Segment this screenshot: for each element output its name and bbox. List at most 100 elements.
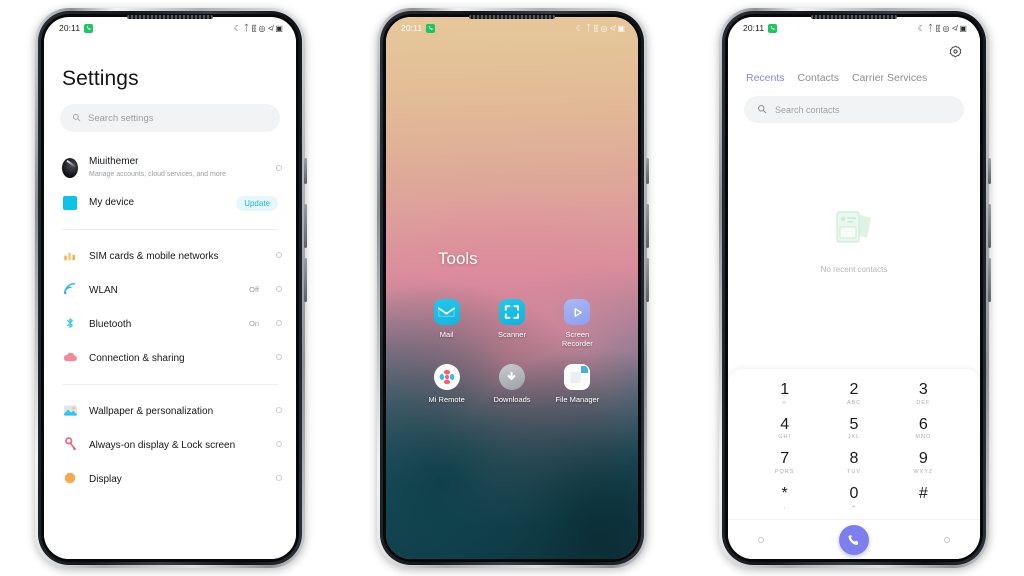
dialpad-key-star[interactable]: *, bbox=[750, 483, 819, 513]
dialpad-sublabel: JKL bbox=[847, 434, 861, 441]
side-button[interactable] bbox=[304, 158, 307, 184]
settings-row-label: WLAN bbox=[89, 285, 118, 297]
nav-dot-right[interactable] bbox=[944, 536, 950, 543]
status-bar-right: ☾ ᛏ ⁅⁅ ◎ ≮ ▣ bbox=[918, 23, 967, 33]
app-item-mi-remote[interactable]: Mi Remote bbox=[414, 363, 479, 404]
settings-row-label: Wallpaper & personalization bbox=[89, 406, 214, 418]
lock-key-icon bbox=[62, 436, 78, 452]
dialpad-digit: 9 bbox=[918, 450, 928, 468]
app-item-mail[interactable]: Mail bbox=[414, 299, 479, 349]
display-icon bbox=[62, 470, 78, 486]
settings-row-label: Connection & sharing bbox=[89, 353, 185, 365]
side-button[interactable] bbox=[988, 158, 991, 184]
call-badge-icon bbox=[768, 23, 778, 33]
settings-row-text: WLAN bbox=[89, 280, 238, 298]
scanner-icon bbox=[498, 299, 525, 325]
bluetooth-icon: ᛏ bbox=[243, 23, 250, 33]
dialpad-sublabel: + bbox=[851, 504, 857, 510]
location-icon: ◎ bbox=[258, 23, 266, 33]
settings-row-connection-sharing[interactable]: Connection & sharing bbox=[44, 340, 296, 374]
vibrate-icon: ⁅⁅ bbox=[935, 23, 941, 33]
dialpad-key-9[interactable]: 9 WXYZ bbox=[889, 448, 958, 478]
settings-row-display[interactable]: Display bbox=[44, 461, 296, 495]
settings-row-value: Off bbox=[249, 284, 259, 294]
dialpad-key-8[interactable]: 8 TUV bbox=[819, 448, 888, 478]
account-avatar bbox=[62, 157, 78, 178]
home-wallpaper: 20:11 ☾ ᛏ ⁅⁅ ◎ ≮ ▣ Tools Mail Scanner Sc… bbox=[386, 17, 638, 559]
search-contacts-input[interactable]: Search contacts bbox=[744, 96, 964, 123]
volume-up-button[interactable] bbox=[304, 204, 307, 248]
app-item-screen-recorder[interactable]: Screen Recorder bbox=[545, 299, 610, 349]
settings-row-account[interactable]: Miuithemer Manage accounts, cloud servic… bbox=[44, 148, 296, 187]
settings-row-bluetooth[interactable]: Bluetooth On bbox=[44, 306, 296, 340]
settings-row-my-device[interactable]: My device Update bbox=[44, 187, 296, 219]
dialpad-digit: 1 bbox=[780, 380, 790, 398]
mi-remote-icon bbox=[433, 363, 460, 390]
volume-down-button[interactable] bbox=[988, 258, 991, 302]
app-item-scanner[interactable]: Scanner bbox=[479, 299, 544, 349]
dialpad-key-7[interactable]: 7 PQRS bbox=[750, 448, 819, 478]
app-item-file-manager[interactable]: File Manager bbox=[545, 363, 610, 404]
dialpad-key-2[interactable]: 2 ABC bbox=[819, 379, 888, 409]
dialpad-key-6[interactable]: 6 MNO bbox=[889, 414, 958, 444]
status-bar-time: 20:11 bbox=[59, 23, 81, 33]
settings-group-display: Wallpaper & personalization Always-on di… bbox=[44, 393, 296, 497]
signal-icon: ≮ bbox=[952, 23, 957, 33]
dnd-moon-icon: ☾ bbox=[917, 23, 926, 33]
settings-group-account: Miuithemer Manage accounts, cloud servic… bbox=[44, 148, 296, 221]
call-button[interactable] bbox=[839, 524, 869, 555]
settings-row-text: Bluetooth bbox=[89, 314, 238, 332]
empty-contacts-illustration bbox=[827, 206, 881, 257]
dialpad-key-5[interactable]: 5 JKL bbox=[819, 414, 888, 444]
divider bbox=[62, 229, 278, 231]
dialpad-sublabel: DEF bbox=[916, 399, 931, 406]
phone-mockup-dialer: 20:11 ☾ ᛏ ⁅⁅ ◎ ≮ ▣ Recents Contacts Carr… bbox=[719, 8, 991, 568]
phone-mockup-home: 20:11 ☾ ᛏ ⁅⁅ ◎ ≮ ▣ Tools Mail Scanner Sc… bbox=[377, 8, 649, 568]
status-bar: 20:11 ☾ ᛏ ⁅⁅ ◎ ≮ ▣ bbox=[386, 17, 638, 39]
dialpad-digit: 5 bbox=[849, 415, 859, 433]
app-grid: Mail Scanner Screen Recorder Mi Remote D… bbox=[414, 299, 610, 404]
tab-contacts[interactable]: Contacts bbox=[798, 72, 839, 84]
settings-row-aod-lockscreen[interactable]: Always-on display & Lock screen bbox=[44, 427, 296, 461]
tab-carrier-services[interactable]: Carrier Services bbox=[852, 72, 927, 84]
dialpad-digit: 7 bbox=[780, 450, 790, 468]
dialpad-key-0[interactable]: 0 + bbox=[819, 483, 888, 513]
device-icon bbox=[62, 195, 78, 211]
app-item-downloads[interactable]: Downloads bbox=[479, 363, 544, 404]
page-title: Settings bbox=[62, 67, 139, 90]
phone-screen-home: 20:11 ☾ ᛏ ⁅⁅ ◎ ≮ ▣ Tools Mail Scanner Sc… bbox=[386, 17, 638, 559]
settings-row-sim-cards[interactable]: SIM cards & mobile networks bbox=[44, 238, 296, 272]
gear-icon[interactable] bbox=[949, 45, 962, 63]
dialer-tabs: Recents Contacts Carrier Services bbox=[744, 65, 964, 84]
settings-row-subtitle: Manage accounts, cloud services, and mor… bbox=[89, 171, 226, 178]
dialpad-key-1[interactable]: 1 ∞ bbox=[750, 379, 819, 409]
screen-recorder-icon bbox=[564, 299, 591, 325]
call-badge-icon bbox=[84, 23, 94, 33]
earpiece-grille-icon bbox=[127, 15, 213, 19]
settings-row-text: Miuithemer Manage accounts, cloud servic… bbox=[89, 156, 265, 179]
volume-up-button[interactable] bbox=[988, 204, 991, 248]
dialpad-key-4[interactable]: 4 GHI bbox=[750, 414, 819, 444]
search-settings-input[interactable]: Search settings bbox=[60, 104, 280, 132]
call-action-bar bbox=[728, 519, 980, 559]
volume-up-button[interactable] bbox=[646, 204, 649, 248]
empty-state-recents: No recent contacts bbox=[728, 123, 980, 369]
side-button[interactable] bbox=[646, 158, 649, 184]
volume-down-button[interactable] bbox=[646, 258, 649, 302]
settings-row-wallpaper[interactable]: Wallpaper & personalization bbox=[44, 393, 296, 427]
tab-recents[interactable]: Recents bbox=[746, 72, 785, 84]
dialpad-key-3[interactable]: 3 DEF bbox=[889, 379, 958, 409]
search-icon bbox=[757, 101, 767, 119]
status-badge[interactable]: Update bbox=[236, 195, 278, 211]
dialer-app: 20:11 ☾ ᛏ ⁅⁅ ◎ ≮ ▣ Recents Contacts Carr… bbox=[728, 17, 980, 559]
app-label: Screen Recorder bbox=[561, 330, 593, 349]
settings-row-wlan[interactable]: WLAN Off bbox=[44, 272, 296, 306]
dialpad-key-hash[interactable]: # bbox=[889, 483, 958, 513]
dialpad-digit: 6 bbox=[918, 415, 928, 433]
dialpad-sublabel: GHI bbox=[778, 434, 792, 441]
volume-down-button[interactable] bbox=[304, 258, 307, 302]
folder-title: Tools bbox=[438, 249, 478, 268]
settings-row-text: Always-on display & Lock screen bbox=[89, 435, 265, 453]
chevron-right-icon bbox=[276, 286, 282, 293]
nav-dot-left[interactable] bbox=[758, 536, 764, 543]
